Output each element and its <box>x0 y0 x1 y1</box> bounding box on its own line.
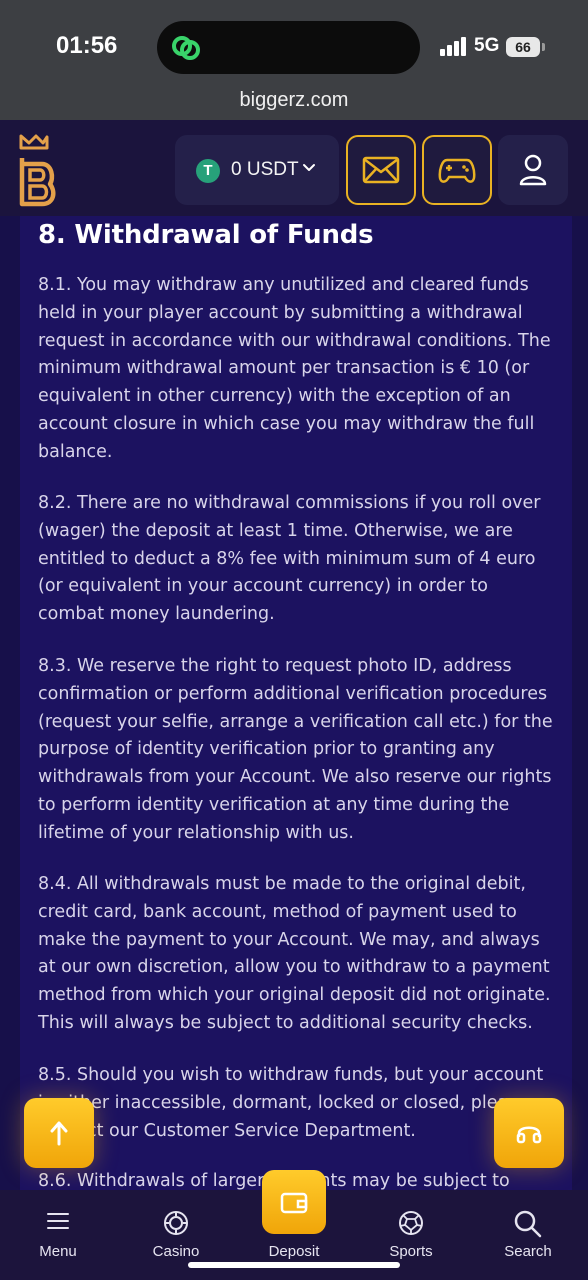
chip-icon <box>164 1211 188 1235</box>
search-icon <box>514 1210 542 1238</box>
nav-label-deposit: Deposit <box>268 1243 320 1260</box>
network-type: 5G <box>474 35 500 56</box>
paragraph-8-2: 8.2. There are no withdrawal commissions… <box>38 493 541 625</box>
paragraph-8-4: 8.4. All withdrawals must be made to the… <box>38 874 551 1033</box>
user-icon <box>519 154 547 186</box>
nav-label-search: Search <box>504 1243 552 1260</box>
arrow-up-icon <box>50 1121 68 1146</box>
nav-label-casino: Casino <box>152 1243 200 1260</box>
terms-content: 8. Withdrawal of Funds 8.1. You may with… <box>20 216 572 1196</box>
url-bar[interactable]: biggerz.com <box>0 80 588 120</box>
support-button[interactable] <box>494 1098 564 1168</box>
games-button[interactable] <box>422 135 492 205</box>
chevron-down-icon <box>303 164 315 171</box>
paragraph-8-3: 8.3. We reserve the right to request pho… <box>38 656 553 843</box>
paragraph-8-5: 8.5. Should you wish to withdraw funds, … <box>38 1065 544 1141</box>
scroll-top-button[interactable] <box>24 1098 94 1168</box>
tether-icon: T <box>196 159 220 183</box>
wallet-balance: 0 USDT <box>231 159 299 180</box>
mail-icon <box>362 156 400 184</box>
battery-tip <box>542 43 545 51</box>
status-time: 01:56 <box>56 32 118 59</box>
dynamic-island <box>157 21 420 74</box>
nav-label-sports: Sports <box>389 1243 433 1260</box>
link-icon <box>172 36 200 60</box>
messages-button[interactable] <box>346 135 416 205</box>
nav-item-search[interactable]: Search <box>478 1190 578 1270</box>
paragraph-8-1: 8.1. You may withdraw any unutilized and… <box>38 275 551 462</box>
home-indicator <box>188 1262 400 1268</box>
nav-item-casino[interactable]: Casino <box>126 1190 226 1270</box>
nav-item-sports[interactable]: Sports <box>361 1190 461 1270</box>
hamburger-icon <box>47 1213 69 1229</box>
gamepad-icon <box>438 158 476 183</box>
nav-label-menu: Menu <box>39 1243 77 1260</box>
ball-icon <box>399 1211 423 1235</box>
battery-icon: 66 <box>506 37 540 57</box>
headset-icon <box>516 1126 542 1144</box>
logo-b[interactable] <box>18 134 58 208</box>
profile-button[interactable] <box>498 135 568 205</box>
section-title: 8. Withdrawal of Funds <box>38 220 374 250</box>
nav-item-deposit[interactable]: Deposit <box>244 1190 344 1270</box>
nav-item-menu[interactable]: Menu <box>8 1190 108 1270</box>
signal-icon <box>440 36 468 56</box>
